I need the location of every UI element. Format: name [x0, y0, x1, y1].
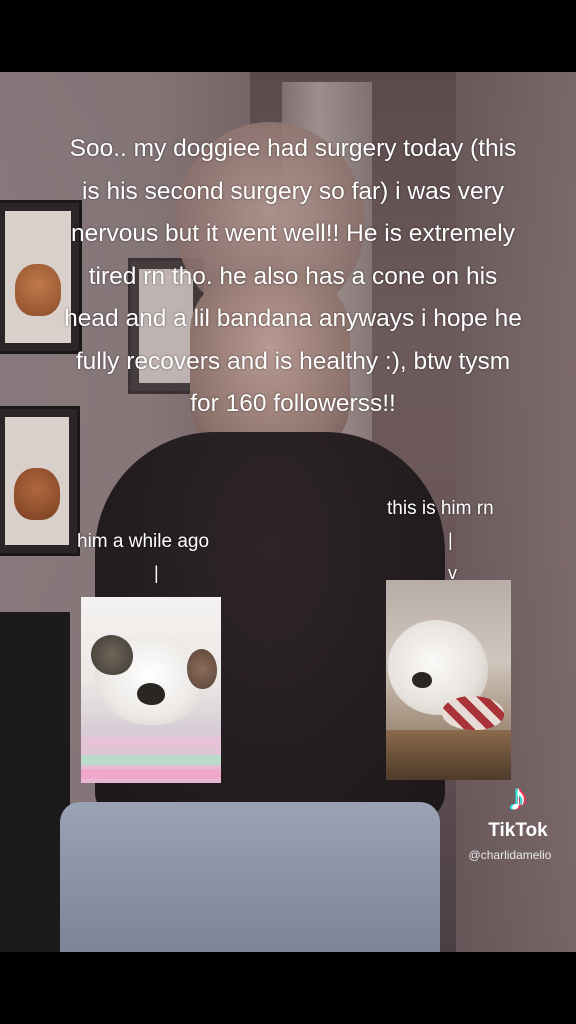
dog-photo-before [81, 597, 221, 783]
tiktok-handle: @charlidamelio [468, 848, 552, 862]
tiktok-note-icon: ♪ [508, 777, 528, 819]
dog-photo-now [386, 580, 511, 780]
arrow-bar-before: | [154, 563, 159, 583]
wall-picture-bottom [0, 406, 80, 556]
caption-text: Soo.. my doggiee had surgery today (this… [64, 135, 522, 417]
tiktok-brand: TikTok [488, 820, 548, 841]
label-before: him a while ago [77, 531, 210, 552]
tiktok-watermark: ♪ TikTok @charlidamelio [468, 778, 568, 862]
arrow-bar-now: | [448, 530, 453, 550]
person-jeans [60, 802, 440, 952]
label-now: this is him rn [387, 498, 494, 519]
